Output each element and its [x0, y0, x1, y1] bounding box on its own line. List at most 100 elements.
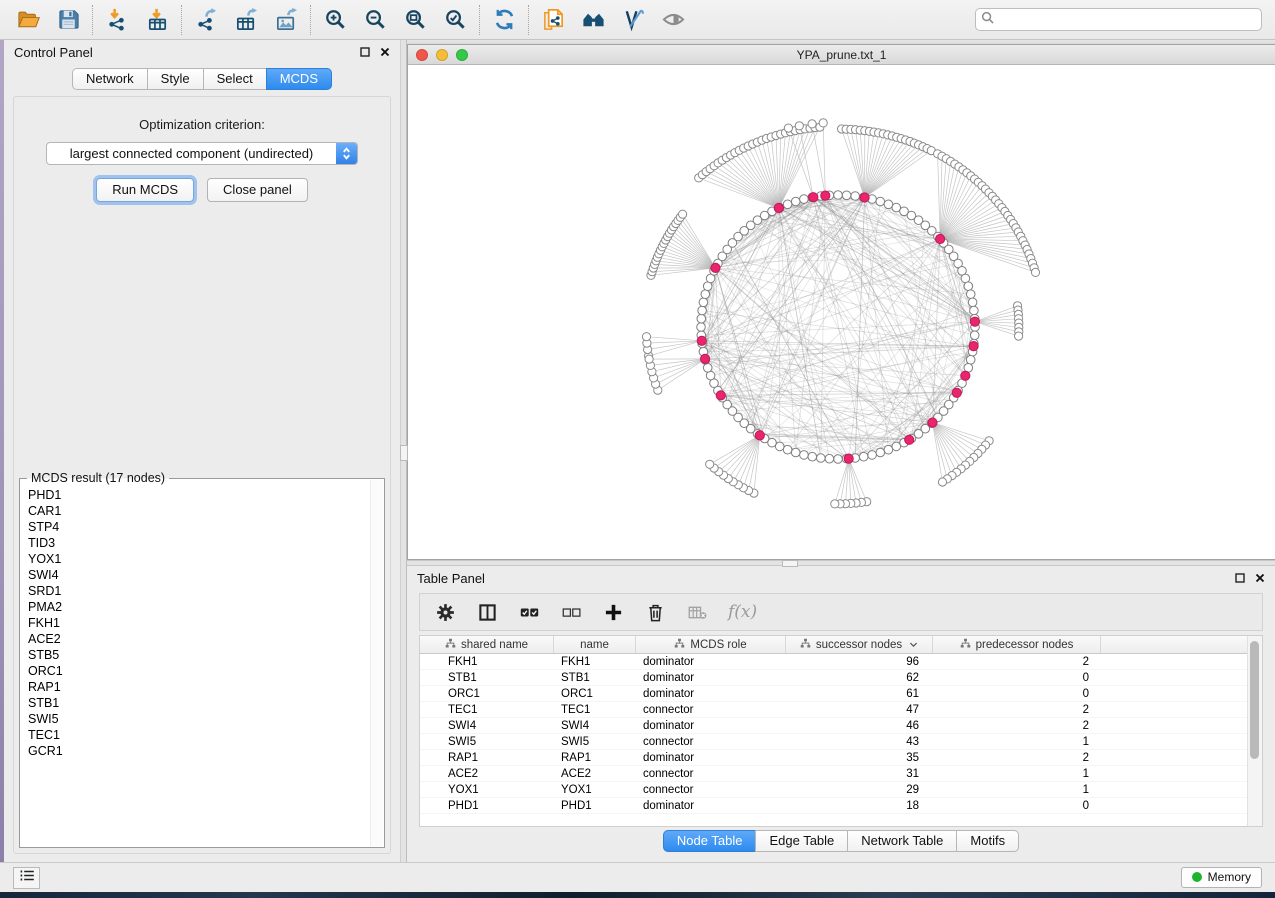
show-hide-eye-icon[interactable] [659, 6, 687, 34]
network-graph[interactable] [408, 65, 1274, 558]
table-cell[interactable]: PHD1 [420, 800, 554, 812]
table-cell[interactable]: 43 [786, 736, 933, 748]
mcds-result-item[interactable]: STP4 [28, 519, 370, 535]
export-image-icon[interactable] [272, 6, 300, 34]
table-cell[interactable]: connector [636, 784, 786, 796]
graph-mcds-hub-node[interactable] [961, 371, 970, 380]
table-cell[interactable]: RAP1 [420, 752, 554, 764]
deselect-all-icon[interactable] [560, 601, 582, 623]
column-header-predecessor-nodes[interactable]: predecessor nodes [933, 636, 1101, 653]
graph-node[interactable] [970, 306, 979, 315]
table-row[interactable]: PHD1PHD1dominator180 [420, 798, 1262, 814]
table-cell[interactable]: SWI4 [554, 720, 636, 732]
graph-node[interactable] [783, 200, 792, 209]
search-input[interactable] [997, 10, 1261, 29]
graph-node[interactable] [825, 454, 834, 463]
table-row[interactable]: SWI4SWI4dominator462 [420, 718, 1262, 734]
mcds-result-item[interactable]: STB1 [28, 695, 370, 711]
mcds-result-item[interactable]: CAR1 [28, 503, 370, 519]
table-cell[interactable]: 61 [786, 688, 933, 700]
graph-node[interactable] [791, 448, 800, 457]
graph-node[interactable] [884, 200, 893, 209]
graph-node[interactable] [699, 298, 708, 307]
table-row[interactable]: ORC1ORC1dominator610 [420, 686, 1262, 702]
table-cell[interactable]: 2 [933, 656, 1101, 668]
column-header-MCDS-role[interactable]: MCDS role [636, 636, 786, 653]
memory-button[interactable]: Memory [1181, 867, 1262, 888]
close-table-panel-icon[interactable] [1254, 573, 1265, 584]
graph-node[interactable] [808, 452, 817, 461]
table-cell[interactable]: 1 [933, 768, 1101, 780]
table-row[interactable]: FKH1FKH1dominator962 [420, 654, 1262, 670]
table-cell[interactable]: STB1 [420, 672, 554, 684]
table-row[interactable]: STB1STB1dominator620 [420, 670, 1262, 686]
criterion-dropdown[interactable]: largest connected component (undirected) [46, 142, 358, 165]
mcds-result-item[interactable]: ORC1 [28, 663, 370, 679]
close-panel-icon[interactable] [379, 47, 390, 58]
table-cell[interactable]: dominator [636, 688, 786, 700]
tab-style[interactable]: Style [147, 68, 204, 90]
graph-node[interactable] [859, 452, 868, 461]
graph-node[interactable] [817, 454, 826, 463]
graph-node[interactable] [697, 323, 706, 332]
graph-mcds-hub-node[interactable] [860, 193, 869, 202]
graph-leaf-node[interactable] [645, 355, 653, 363]
graph-node[interactable] [884, 445, 893, 454]
graph-node[interactable] [892, 442, 901, 451]
graph-mcds-hub-node[interactable] [969, 342, 978, 351]
tab-motifs[interactable]: Motifs [956, 830, 1019, 852]
graph-node[interactable] [964, 282, 973, 291]
float-panel-icon[interactable] [359, 47, 370, 58]
graph-node[interactable] [834, 191, 843, 200]
table-cell[interactable]: TEC1 [420, 704, 554, 716]
table-cell[interactable]: 29 [786, 784, 933, 796]
graph-node[interactable] [876, 197, 885, 206]
import-network-icon[interactable] [103, 6, 131, 34]
graph-leaf-node[interactable] [938, 478, 946, 486]
tab-select[interactable]: Select [203, 68, 267, 90]
mcds-list-scrollbar[interactable] [370, 480, 383, 846]
table-cell[interactable]: 2 [933, 704, 1101, 716]
graph-node[interactable] [966, 290, 975, 299]
table-cell[interactable]: TEC1 [554, 704, 636, 716]
table-cell[interactable]: SWI4 [420, 720, 554, 732]
save-session-icon[interactable] [54, 6, 82, 34]
table-row[interactable]: YOX1YOX1connector291 [420, 782, 1262, 798]
show-panels-button[interactable] [13, 867, 40, 889]
table-cell[interactable]: connector [636, 704, 786, 716]
delete-table-icon[interactable] [686, 601, 708, 623]
run-mcds-button[interactable]: Run MCDS [96, 178, 194, 202]
graph-leaf-node[interactable] [808, 120, 816, 128]
table-cell[interactable]: 2 [933, 720, 1101, 732]
table-cell[interactable]: dominator [636, 800, 786, 812]
table-cell[interactable]: dominator [636, 672, 786, 684]
mcds-result-item[interactable]: TEC1 [28, 727, 370, 743]
table-scrollbar[interactable] [1247, 636, 1262, 826]
graph-leaf-node[interactable] [1031, 268, 1039, 276]
table-cell[interactable]: FKH1 [420, 656, 554, 668]
table-cell[interactable]: 1 [933, 736, 1101, 748]
graph-node[interactable] [970, 331, 979, 340]
table-cell[interactable]: 96 [786, 656, 933, 668]
table-cell[interactable]: SWI5 [420, 736, 554, 748]
table-cell[interactable]: ORC1 [554, 688, 636, 700]
graph-node[interactable] [851, 192, 860, 201]
table-cell[interactable]: YOX1 [420, 784, 554, 796]
table-cell[interactable]: YOX1 [554, 784, 636, 796]
graph-mcds-hub-node[interactable] [711, 263, 720, 272]
graph-node[interactable] [842, 191, 851, 200]
graph-leaf-node[interactable] [706, 460, 714, 468]
graph-node[interactable] [697, 314, 706, 323]
mcds-result-item[interactable]: PMA2 [28, 599, 370, 615]
graph-node[interactable] [800, 451, 809, 460]
column-header-successor-nodes[interactable]: successor nodes [786, 636, 933, 653]
mcds-result-item[interactable]: RAP1 [28, 679, 370, 695]
table-cell[interactable]: SWI5 [554, 736, 636, 748]
graph-mcds-hub-node[interactable] [755, 431, 764, 440]
table-cell[interactable]: STB1 [554, 672, 636, 684]
table-cell[interactable]: FKH1 [554, 656, 636, 668]
mcds-result-item[interactable]: SWI4 [28, 567, 370, 583]
graph-node[interactable] [783, 445, 792, 454]
table-row[interactable]: TEC1TEC1connector472 [420, 702, 1262, 718]
table-cell[interactable]: RAP1 [554, 752, 636, 764]
